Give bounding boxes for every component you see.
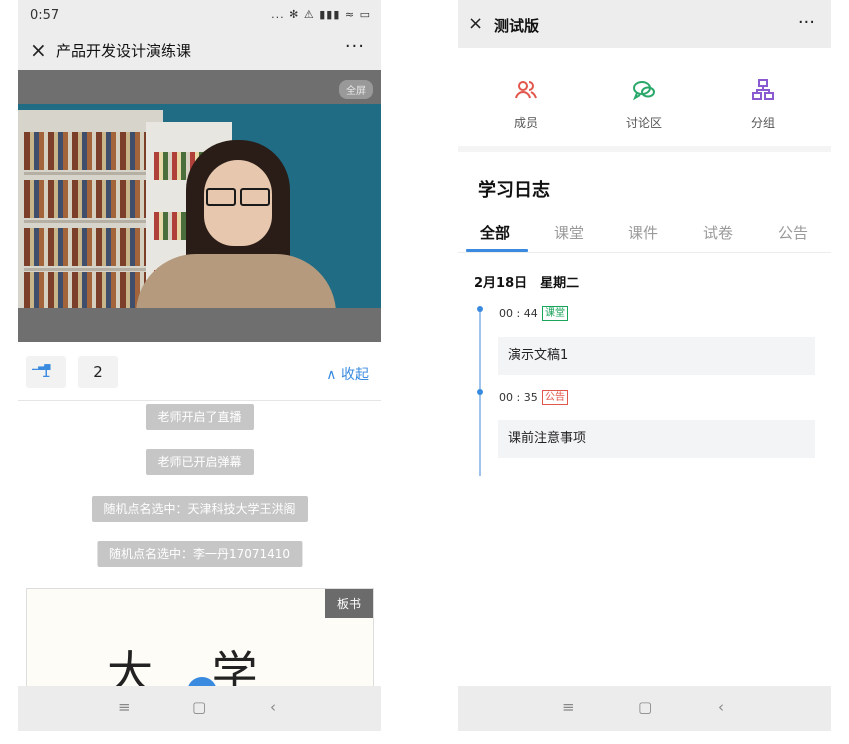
teacher-body [136, 254, 336, 308]
entry-time: 00 : 35 [499, 391, 538, 404]
journal-entry[interactable]: 课前注意事项 [498, 420, 815, 458]
discussion-button[interactable]: 讨论区 [604, 78, 684, 131]
entry-tag: 公告 [542, 390, 568, 405]
home-icon[interactable]: ▢ [192, 698, 206, 716]
tab-exam[interactable]: 试卷 [703, 222, 733, 243]
tab-courseware[interactable]: 课件 [628, 222, 658, 243]
divider [458, 252, 831, 253]
journal-title: 学习日志 [478, 180, 550, 201]
timeline-dot [477, 306, 483, 312]
tab-2[interactable]: 2 [78, 356, 118, 388]
group-icon [723, 78, 803, 108]
entry-time: 00 : 44 [499, 307, 538, 320]
chat-message: 老师已开启弹幕 [145, 449, 254, 475]
close-icon[interactable]: × [468, 13, 483, 34]
discussion-icon [604, 78, 684, 108]
video-frame [18, 104, 381, 308]
back-icon[interactable]: ‹ [718, 698, 724, 716]
fullscreen-button[interactable]: 全屏 [339, 80, 373, 99]
tab-notice[interactable]: 公告 [778, 222, 808, 243]
divider [458, 146, 831, 152]
status-bar: 0:57 ... ✻ ⚠ ▮▮▮ ≈ ▭ [18, 0, 381, 30]
timeline-dot [477, 389, 483, 395]
live-video[interactable]: 全屏 [18, 70, 381, 342]
members-label: 成员 [513, 116, 538, 130]
stream-tabs: ▁▃▅ 1 2 ∧ 收起 [18, 342, 381, 401]
tab-1[interactable]: ▁▃▅ 1 [26, 356, 66, 388]
left-phone-screen: 0:57 ... ✻ ⚠ ▮▮▮ ≈ ▭ × 产品开发设计演练课 ··· 全屏 … [18, 0, 381, 731]
close-icon[interactable]: × [30, 38, 47, 62]
page-title: 测试版 [494, 17, 540, 35]
menu-icon[interactable]: ≡ [118, 698, 131, 716]
chat-message: 随机点名选中：天津科技大学王洪阁 [91, 496, 308, 522]
collapse-button[interactable]: ∧ 收起 [326, 364, 369, 384]
status-icons: ... ✻ ⚠ ▮▮▮ ≈ ▭ [271, 8, 371, 21]
discussion-label: 讨论区 [625, 116, 662, 130]
glasses-icon [206, 188, 270, 206]
group-button[interactable]: 分组 [723, 78, 803, 131]
journal-date: 2月18日 星期二 [474, 276, 580, 291]
bookshelf-image [18, 110, 163, 308]
menu-icon[interactable]: ≡ [562, 698, 575, 716]
signal-bars-icon: ▁▃▅ [32, 361, 51, 370]
status-time: 0:57 [30, 8, 60, 23]
members-button[interactable]: 成员 [486, 78, 566, 131]
chat-message: 老师开启了直播 [145, 404, 254, 430]
members-icon [486, 78, 566, 108]
right-phone-screen: × 测试版 ··· 成员 讨论区 分组 学习日志 全部 课堂 课件 试卷 公告 … [458, 0, 831, 731]
entry-tag: 课堂 [542, 306, 568, 321]
blackboard-panel[interactable]: 板书 大 学 机 [26, 588, 374, 690]
title-bar: × 产品开发设计演练课 ··· [18, 30, 381, 70]
system-nav-bar: ≡ ▢ ‹ [18, 686, 381, 731]
title-bar: × 测试版 ··· [458, 0, 831, 48]
board-label: 板书 [324, 589, 373, 618]
tab-class[interactable]: 课堂 [554, 222, 584, 243]
home-icon[interactable]: ▢ [638, 698, 652, 716]
more-icon[interactable]: ··· [798, 12, 815, 33]
chat-message: 随机点名选中：李一丹17071410 [96, 541, 303, 567]
journal-entry[interactable]: 演示文稿1 [498, 337, 815, 375]
page-title: 产品开发设计演练课 [56, 42, 192, 60]
back-icon[interactable]: ‹ [270, 698, 276, 716]
group-label: 分组 [750, 116, 775, 130]
tab-all[interactable]: 全部 [480, 222, 510, 243]
more-icon[interactable]: ··· [345, 36, 365, 57]
tab-2-label: 2 [93, 363, 103, 381]
system-nav-bar: ≡ ▢ ‹ [458, 686, 831, 731]
board-handwriting: 大 学 机 [107, 646, 280, 690]
